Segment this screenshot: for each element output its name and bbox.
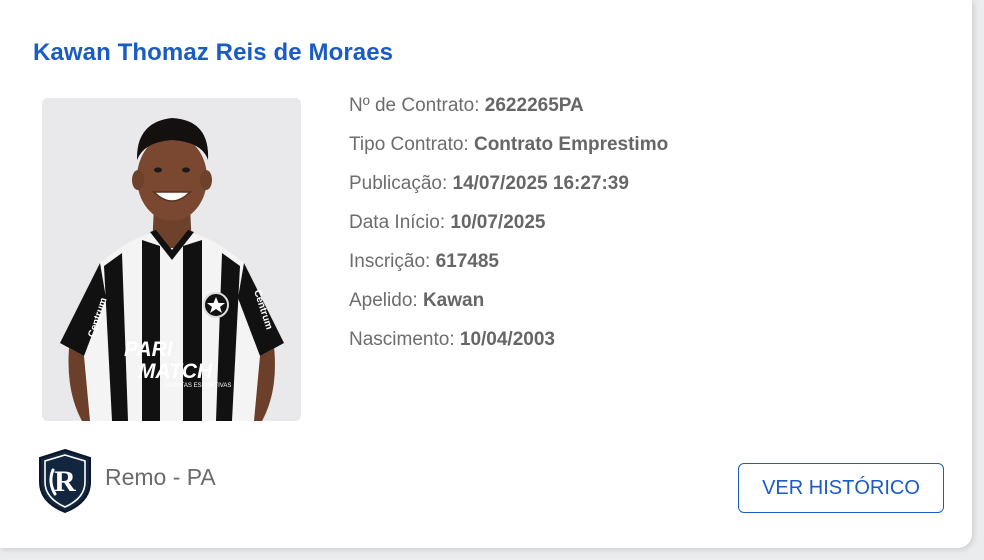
detail-nickname: Apelido: Kawan (349, 289, 668, 328)
shirt-sponsor-line1: PARI (124, 338, 174, 361)
detail-start-date: Data Início: 10/07/2025 (349, 211, 668, 250)
detail-value: Kawan (422, 290, 485, 311)
player-card: Kawan Thomaz Reis de Moraes PARI MATCH A… (0, 0, 972, 548)
detail-label: Data Início: (349, 212, 451, 233)
detail-label: Nascimento: (349, 329, 460, 350)
shirt-sponsor-sub: APOSTAS ESPORTIVAS (164, 383, 231, 389)
detail-registration: Inscrição: 617485 (349, 250, 668, 289)
detail-publication: Publicação: 14/07/2025 16:27:39 (349, 172, 668, 211)
detail-value: 10/04/2003 (459, 329, 555, 350)
remo-crest-icon: R (39, 448, 91, 514)
player-photo-icon: PARI MATCH APOSTAS ESPORTIVAS Centrum Ce… (42, 98, 301, 421)
detail-value: 14/07/2025 16:27:39 (452, 173, 629, 194)
detail-birth-date: Nascimento: 10/04/2003 (349, 328, 668, 367)
contract-details: Nº de Contrato: 2622265PA Tipo Contrato:… (349, 94, 668, 367)
detail-label: Apelido: (349, 290, 423, 311)
club-info: R Remo - PA (36, 448, 216, 514)
detail-contract-type: Tipo Contrato: Contrato Emprestimo (349, 133, 668, 172)
svg-text:R: R (54, 465, 76, 498)
detail-contract-number: Nº de Contrato: 2622265PA (349, 94, 668, 133)
detail-value: 2622265PA (484, 95, 584, 116)
detail-value: 10/07/2025 (450, 212, 546, 233)
detail-label: Nº de Contrato: (349, 95, 485, 116)
player-name: Kawan Thomaz Reis de Moraes (33, 39, 394, 66)
detail-label: Inscrição: (349, 251, 436, 272)
shirt-sponsor-line2: MATCH (138, 360, 213, 383)
view-history-button[interactable]: VER HISTÓRICO (738, 463, 944, 513)
detail-label: Tipo Contrato: (349, 134, 474, 155)
detail-value: Contrato Emprestimo (473, 134, 669, 155)
detail-value: 617485 (435, 251, 499, 272)
detail-label: Publicação: (349, 173, 453, 194)
club-name: Remo - PA (105, 463, 216, 490)
